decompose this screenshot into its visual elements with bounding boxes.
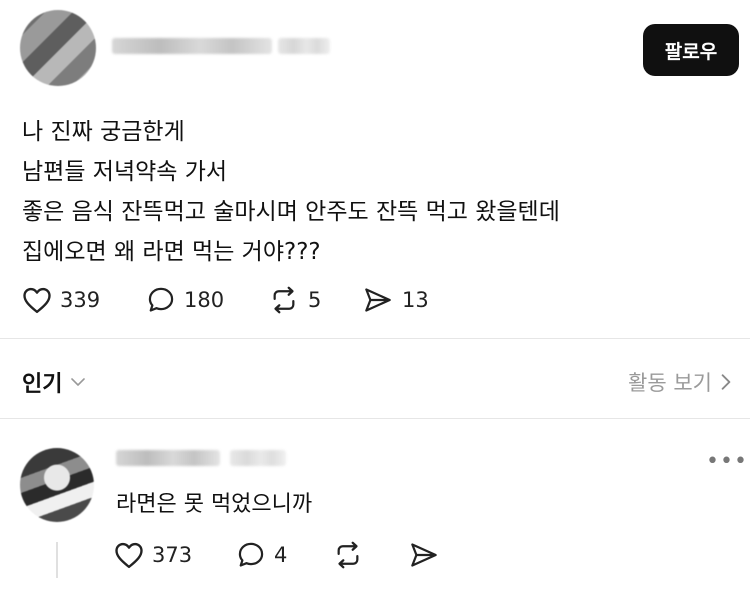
repost-icon: [337, 541, 359, 569]
divider: [0, 418, 750, 419]
reply-comment-button[interactable]: 4: [236, 541, 287, 569]
share-count: 13: [402, 288, 429, 312]
author-name-blurred[interactable]: [112, 38, 330, 54]
divider: [0, 338, 750, 339]
post-text-line-3: 좋은 음식 잔뜩먹고 술마시며 안주도 잔뜩 먹고 왔을텐데: [22, 199, 560, 225]
comment-count: 180: [184, 288, 225, 312]
repost-icon: [273, 286, 295, 314]
chevron-right-icon: [721, 374, 731, 390]
comment-button[interactable]: 180: [146, 286, 224, 314]
heart-icon: [23, 287, 51, 314]
reply-share-button[interactable]: [408, 541, 440, 569]
chevron-down-icon: [71, 378, 86, 386]
follow-button-label: 팔로우: [664, 40, 718, 63]
post-text-line-4: 집에오면 왜 라면 먹는 거야???: [22, 239, 321, 265]
post-text-line-2: 남편들 저녁약속 가서: [22, 159, 228, 185]
view-activity-link[interactable]: 활동 보기: [628, 367, 732, 397]
author-avatar[interactable]: [20, 10, 96, 86]
follow-button[interactable]: 팔로우: [643, 24, 739, 76]
sort-dropdown[interactable]: 인기: [22, 366, 86, 398]
thread-line: [56, 542, 58, 578]
more-icon[interactable]: •••: [706, 449, 748, 474]
post-text-line-1: 나 진짜 궁금한게: [22, 119, 185, 145]
like-count: 339: [60, 288, 101, 312]
reply-repost-button[interactable]: [332, 541, 364, 569]
repost-button[interactable]: 5: [268, 286, 321, 314]
reply-avatar[interactable]: [20, 448, 94, 522]
view-activity-label: 활동 보기: [628, 371, 712, 395]
comment-icon: [148, 287, 174, 312]
share-button[interactable]: 13: [362, 286, 429, 314]
reply-comment-count: 4: [274, 543, 288, 567]
reply-author-blurred[interactable]: [116, 450, 286, 466]
like-button[interactable]: 339: [22, 286, 100, 314]
repost-count: 5: [308, 288, 322, 312]
sort-label: 인기: [22, 372, 63, 397]
reply-like-button[interactable]: 373: [114, 541, 192, 569]
reply-like-count: 373: [152, 543, 193, 567]
comment-icon: [238, 542, 264, 567]
share-icon: [411, 543, 437, 567]
reply-text: 라면은 못 먹었으니까: [116, 492, 313, 517]
heart-icon: [115, 542, 143, 569]
share-icon: [365, 288, 391, 312]
